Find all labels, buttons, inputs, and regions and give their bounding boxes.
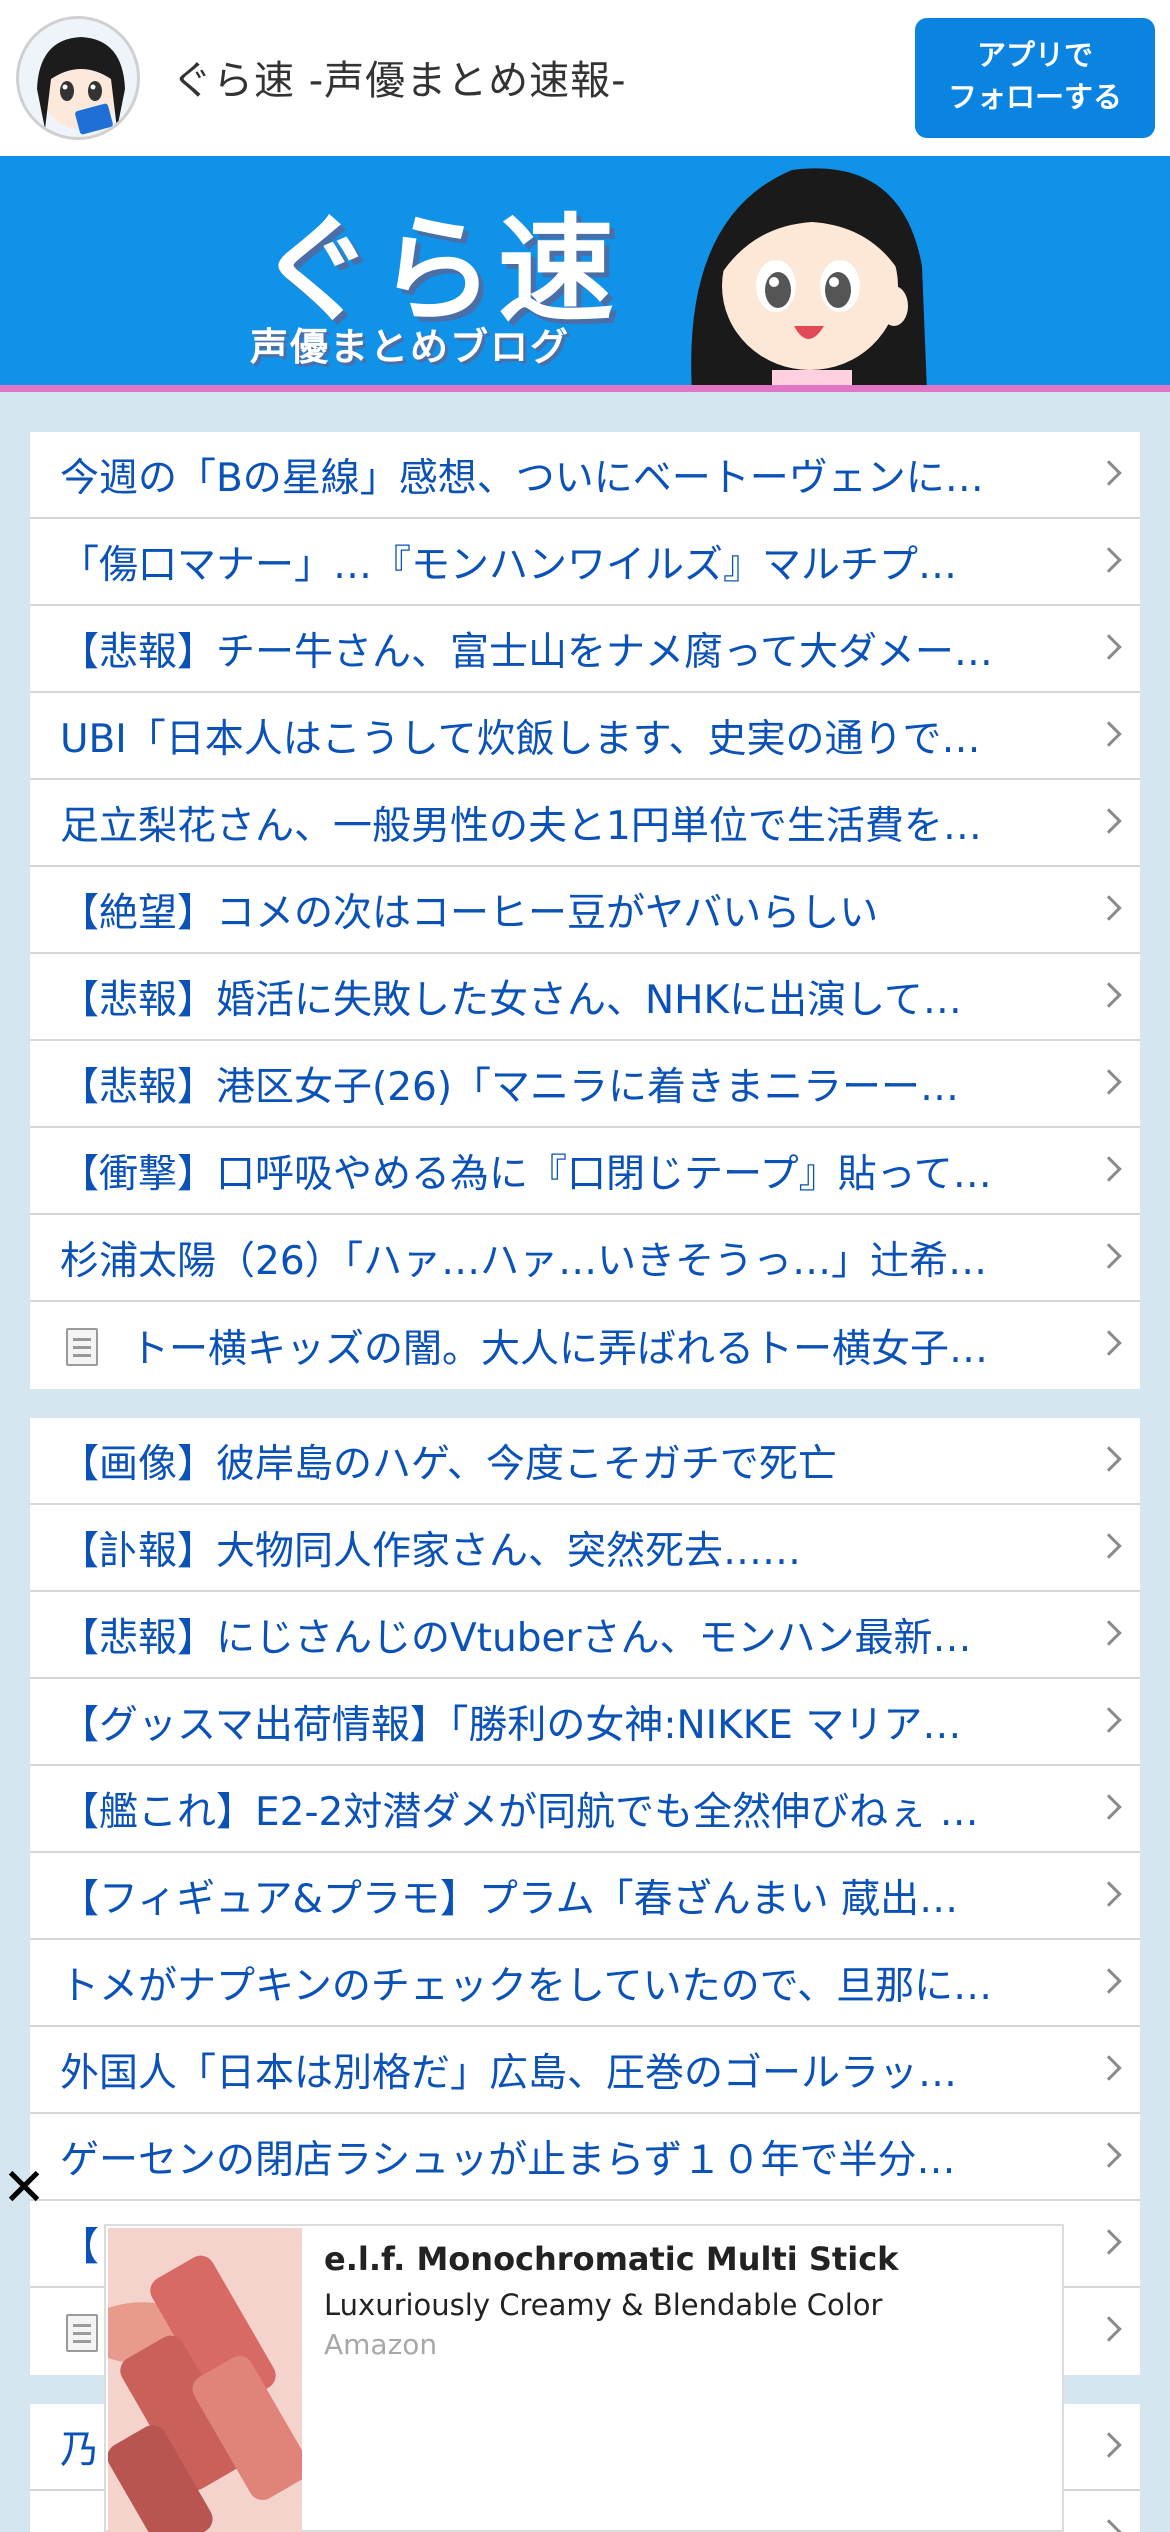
article-title: 【絶望】コメの次はコーヒー豆がヤバいらしい	[60, 890, 879, 936]
article-title: 「傷口マナー」…『モンハンワイルズ』マルチプ…	[60, 542, 958, 588]
ad-title: e.l.f. Monochromatic Multi Stick	[324, 2240, 899, 2278]
article-list-item[interactable]: 外国人「日本は別格だ」広島、圧巻のゴールラッ…	[30, 2027, 1140, 2114]
follow-in-app-button[interactable]: アプリで フォローする	[915, 18, 1155, 138]
article-list-item[interactable]: UBI「日本人はこうして炊飯します、史実の通りで…	[30, 693, 1140, 780]
chevron-right-icon	[1096, 1330, 1122, 1356]
ad-product-image	[108, 2228, 302, 2532]
article-list-item[interactable]: 【悲報】チー牛さん、富士山をナメ腐って大ダメー…	[30, 606, 1140, 693]
article-list-item[interactable]: トー横キッズの闇。大人に弄ばれるトー横女子…	[30, 1302, 1140, 1389]
sponsored-ad[interactable]: e.l.f. Monochromatic Multi Stick Luxurio…	[104, 2224, 1064, 2532]
chevron-right-icon	[1096, 1881, 1122, 1907]
chevron-right-icon	[1096, 2519, 1122, 2532]
chevron-right-icon	[1096, 2055, 1122, 2081]
article-title: 【悲報】婚活に失敗した女さん、NHKに出演して…	[60, 977, 962, 1023]
chevron-right-icon	[1096, 1794, 1122, 1820]
chevron-right-icon	[1096, 1446, 1122, 1472]
article-list-item[interactable]: 今週の「Bの星線」感想、ついにベートーヴェンに…	[30, 432, 1140, 519]
chevron-right-icon	[1096, 1069, 1122, 1095]
article-title: 【悲報】にじさんじのVtuberさん、モンハン最新…	[60, 1615, 972, 1661]
chevron-right-icon	[1096, 895, 1122, 921]
document-icon	[66, 2314, 98, 2352]
article-list-item[interactable]: 【悲報】港区女子(26)「マニラに着きまニラーー…	[30, 1041, 1140, 1128]
article-list-item[interactable]: ゲーセンの閉店ラシュッが止まらず１０年で半分…	[30, 2114, 1140, 2201]
article-list-item[interactable]: 杉浦太陽（26）「ハァ…ハァ…いきそうっ…」辻希…	[30, 1215, 1140, 1302]
chevron-right-icon	[1096, 1968, 1122, 1994]
chevron-right-icon	[1096, 1707, 1122, 1733]
article-title: 【画像】彼岸島のハゲ、今度こそガチで死亡	[60, 1441, 837, 1487]
article-list-item[interactable]: 【衝撃】口呼吸やめる為に『口閉じテープ』貼って…	[30, 1128, 1140, 1215]
banner-logo-subtitle: 声優まとめブログ	[250, 325, 571, 369]
article-title: トー横キッズの闇。大人に弄ばれるトー横女子…	[130, 1326, 989, 1372]
chevron-right-icon	[1096, 2432, 1122, 2458]
site-avatar[interactable]	[16, 16, 140, 140]
chevron-right-icon	[1096, 721, 1122, 747]
article-title: 外国人「日本は別格だ」広島、圧巻のゴールラッ…	[60, 2050, 958, 2096]
article-list-item[interactable]: 「傷口マナー」…『モンハンワイルズ』マルチプ…	[30, 519, 1140, 606]
mascot-girl-illustration	[691, 168, 927, 385]
chevron-right-icon	[1096, 634, 1122, 660]
article-title: 【フィギュア&プラモ】プラム「春ざんまい 蔵出…	[60, 1876, 959, 1922]
article-list-item[interactable]: 【悲報】婚活に失敗した女さん、NHKに出演して…	[30, 954, 1140, 1041]
chevron-right-icon	[1096, 2142, 1122, 2168]
article-title: 【グッスマ出荷情報】「勝利の女神:NIKKE マリア…	[60, 1702, 962, 1748]
article-list-item[interactable]: 【フィギュア&プラモ】プラム「春ざんまい 蔵出…	[30, 1853, 1140, 1940]
ad-subtitle: Luxuriously Creamy & Blendable Color	[324, 2288, 883, 2322]
ad-source: Amazon	[324, 2328, 438, 2361]
chevron-right-icon	[1096, 2229, 1122, 2255]
chevron-right-icon	[1096, 1533, 1122, 1559]
article-list-item[interactable]: 【艦これ】E2-2対潜ダメが同航でも全然伸びねぇ …	[30, 1766, 1140, 1853]
article-title: 【衝撃】口呼吸やめる為に『口閉じテープ』貼って…	[60, 1151, 992, 1197]
article-list-item[interactable]: 【画像】彼岸島のハゲ、今度こそガチで死亡	[30, 1418, 1140, 1505]
article-list-1: 今週の「Bの星線」感想、ついにベートーヴェンに… 「傷口マナー」…『モンハンワイル…	[30, 432, 1140, 1389]
article-title: トメがナプキンのチェックをしていたので、旦那に…	[60, 1963, 993, 2009]
article-list-item[interactable]: 【訃報】大物同人作家さん、突然死去……	[30, 1505, 1140, 1592]
article-list-item[interactable]: 【グッスマ出荷情報】「勝利の女神:NIKKE マリア…	[30, 1679, 1140, 1766]
chevron-right-icon	[1096, 1243, 1122, 1269]
article-title: UBI「日本人はこうして炊飯します、史実の通りで…	[60, 716, 981, 762]
article-title: ゲーセンの閉店ラシュッが止まらず１０年で半分…	[60, 2137, 956, 2183]
article-list-item[interactable]: 足立梨花さん、一般男性の夫と1円単位で生活費を…	[30, 780, 1140, 867]
article-title: 【悲報】チー牛さん、富士山をナメ腐って大ダメー…	[60, 629, 993, 675]
chevron-right-icon	[1096, 2316, 1122, 2342]
chevron-right-icon	[1096, 1620, 1122, 1646]
chevron-right-icon	[1096, 547, 1122, 573]
article-title: 【艦これ】E2-2対潜ダメが同航でも全然伸びねぇ …	[60, 1789, 979, 1835]
site-title[interactable]: ぐら速 -声優まとめ速報-	[172, 48, 627, 106]
article-title: 【悲報】港区女子(26)「マニラに着きまニラーー…	[60, 1064, 960, 1110]
chevron-right-icon	[1096, 1156, 1122, 1182]
article-title: 杉浦太陽（26）「ハァ…ハァ…いきそうっ…」辻希…	[60, 1238, 988, 1284]
chevron-right-icon	[1096, 982, 1122, 1008]
app-header: ぐら速 -声優まとめ速報- アプリで フォローする	[0, 0, 1170, 156]
document-icon	[66, 1328, 98, 1366]
article-title: 足立梨花さん、一般男性の夫と1円単位で生活費を…	[60, 803, 982, 849]
article-title: 【訃報】大物同人作家さん、突然死去……	[60, 1528, 802, 1574]
ad-close-icon[interactable]: ✕	[2, 2162, 46, 2214]
article-title: 今週の「Bの星線」感想、ついにベートーヴェンに…	[60, 455, 984, 501]
article-list-item[interactable]: 【絶望】コメの次はコーヒー豆がヤバいらしい	[30, 867, 1140, 954]
chevron-right-icon	[1096, 460, 1122, 486]
site-banner[interactable]: ぐら速 声優まとめブログ	[0, 156, 1170, 392]
article-list-item[interactable]: 【悲報】にじさんじのVtuberさん、モンハン最新…	[30, 1592, 1140, 1679]
article-list-item[interactable]: トメがナプキンのチェックをしていたので、旦那に…	[30, 1940, 1140, 2027]
chevron-right-icon	[1096, 808, 1122, 834]
